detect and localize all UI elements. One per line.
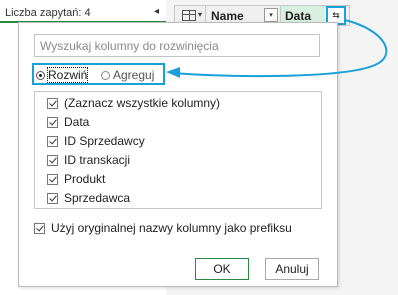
callout-arrow-line bbox=[171, 19, 388, 78]
callout-arrowhead bbox=[166, 67, 180, 78]
callout-arrow bbox=[166, 19, 388, 78]
